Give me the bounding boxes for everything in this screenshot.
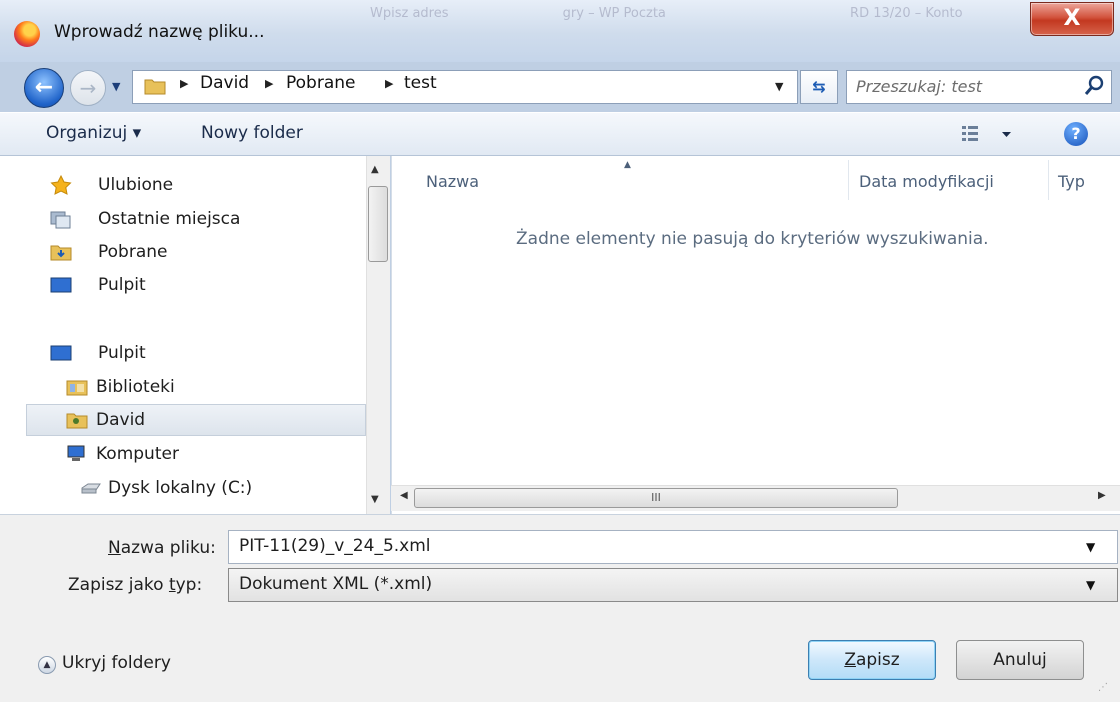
close-button[interactable]: X [1030, 2, 1114, 36]
new-folder-button[interactable]: Nowy folder [201, 123, 303, 143]
nav-item-label: Dysk lokalny (C:) [108, 478, 253, 498]
empty-message: Żadne elementy nie pasują do kryteriów w… [516, 229, 989, 249]
hide-folders-button[interactable]: Ukryj foldery [62, 653, 171, 673]
nav-item-label: Ulubione [98, 175, 174, 195]
address-dropdown-icon[interactable]: ▼ [775, 80, 783, 93]
user-folder-icon [66, 413, 88, 429]
toolbar [0, 112, 1120, 156]
column-header-date[interactable]: Data modyfikacji [859, 172, 994, 191]
nav-item-label: Pobrane [98, 242, 168, 262]
nav-item-label: Pulpit [98, 275, 146, 295]
nav-item-label: Komputer [96, 444, 179, 464]
forward-button[interactable]: → [70, 70, 106, 106]
nav-item-label: David [96, 410, 146, 430]
column-divider[interactable] [1048, 160, 1049, 200]
file-list[interactable] [391, 156, 1120, 514]
sort-asc-icon: ▲ [624, 160, 631, 170]
folder-icon [144, 79, 166, 95]
background-tab: RD 13/20 – Konto [850, 6, 963, 21]
firefox-icon [14, 21, 40, 47]
history-dropdown-icon[interactable]: ▼ [112, 80, 120, 93]
resize-grip-icon[interactable]: ⋰ [1098, 682, 1114, 698]
nav-item-label: Ostatnie miejsca [98, 209, 241, 229]
view-options-icon[interactable] [962, 124, 1016, 144]
search-placeholder: Przeszukaj: test [856, 77, 983, 96]
desktop-icon [50, 277, 72, 293]
breadcrumb-separator-icon[interactable]: ▶ [385, 77, 393, 90]
column-header-name[interactable]: Nazwa [426, 172, 479, 191]
file-type-label: Zapisz jako typ: [68, 575, 203, 595]
back-arrow-icon: ← [34, 75, 54, 100]
background-window-tabs: Wpisz adres gry – WP Poczta RD 13/20 – K… [370, 6, 1070, 28]
drive-icon [81, 483, 101, 494]
nav-item-label: Pulpit [98, 343, 146, 363]
nav-scrollbar-thumb[interactable] [368, 186, 388, 262]
search-icon[interactable] [1084, 74, 1106, 98]
downloads-folder-icon [50, 245, 72, 261]
breadcrumb-separator-icon[interactable]: ▶ [180, 77, 188, 90]
filename-input[interactable]: PIT-11(29)_v_24_5.xml [228, 530, 1118, 564]
recent-places-icon [50, 211, 71, 229]
scroll-up-icon[interactable]: ▲ [371, 164, 379, 175]
background-tab: Wpisz adres [370, 6, 449, 21]
horizontal-scrollbar-thumb[interactable]: III [414, 488, 898, 508]
column-header-type[interactable]: Typ [1058, 172, 1085, 191]
desktop-icon [50, 345, 72, 361]
file-type-select[interactable]: Dokument XML (*.xml) [228, 568, 1118, 602]
forward-arrow-icon: → [79, 76, 97, 100]
collapse-up-icon[interactable]: ▲ [38, 656, 56, 674]
save-button[interactable]: Zapisz [808, 640, 936, 680]
filename-dropdown-icon[interactable]: ▼ [1086, 540, 1095, 554]
background-tab: gry – WP Poczta [562, 6, 666, 21]
libraries-icon [66, 380, 88, 396]
breadcrumb-pobrane[interactable]: Pobrane [286, 73, 355, 93]
column-divider[interactable] [848, 160, 849, 200]
refresh-icon: ⇆ [812, 77, 826, 96]
scroll-right-icon[interactable]: ▶ [1098, 490, 1106, 501]
scroll-down-icon[interactable]: ▼ [371, 494, 379, 505]
cancel-button[interactable]: Anuluj [956, 640, 1084, 680]
breadcrumb-separator-icon[interactable]: ▶ [265, 77, 273, 90]
nav-item-label: Biblioteki [96, 377, 175, 397]
filename-label: Nazwa pliku: [108, 538, 216, 558]
organize-button[interactable]: Organizuj ▾ [46, 123, 141, 143]
scroll-left-icon[interactable]: ◀ [400, 490, 408, 501]
star-icon [50, 175, 72, 195]
refresh-button[interactable]: ⇆ [800, 70, 838, 104]
file-type-dropdown-icon[interactable]: ▼ [1086, 578, 1095, 592]
computer-icon [67, 445, 85, 461]
back-button[interactable]: ← [24, 68, 64, 108]
window-title: Wprowadź nazwę pliku... [54, 22, 265, 42]
breadcrumb-david[interactable]: David [200, 73, 249, 93]
breadcrumb-test[interactable]: test [404, 73, 437, 93]
help-button[interactable]: ? [1064, 122, 1088, 146]
